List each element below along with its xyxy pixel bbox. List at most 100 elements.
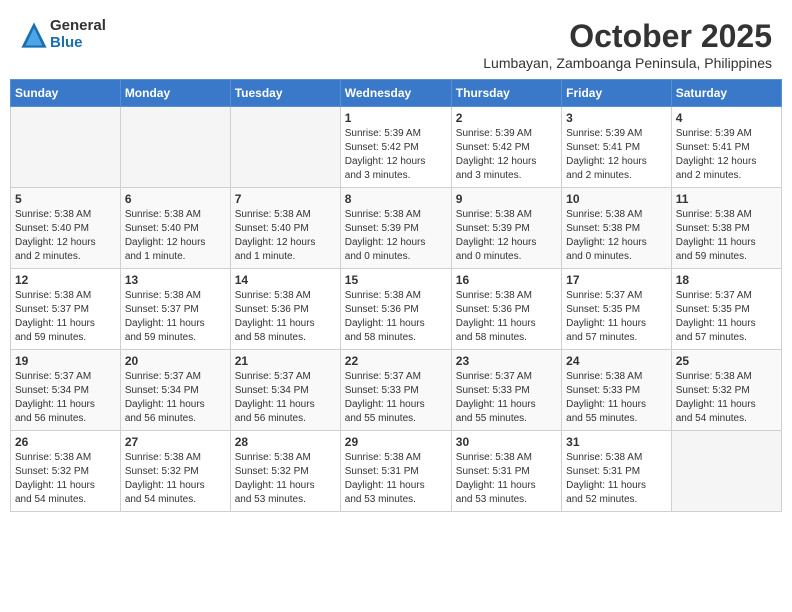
day-number: 17 <box>566 273 667 287</box>
day-info: Sunrise: 5:38 AM Sunset: 5:33 PM Dayligh… <box>566 370 667 426</box>
logo-general-text: General <box>50 18 106 35</box>
day-info: Sunrise: 5:38 AM Sunset: 5:36 PM Dayligh… <box>235 289 336 345</box>
day-info: Sunrise: 5:39 AM Sunset: 5:42 PM Dayligh… <box>456 127 557 183</box>
day-number: 2 <box>456 111 557 125</box>
calendar-cell: 7Sunrise: 5:38 AM Sunset: 5:40 PM Daylig… <box>230 188 340 269</box>
weekday-header: Friday <box>562 80 672 107</box>
calendar-cell: 15 Sunrise: 5:38 AM Sunset: 5:36 PM Dayli… <box>340 269 451 350</box>
weekday-header: Saturday <box>671 80 781 107</box>
calendar-cell <box>230 107 340 188</box>
calendar-cell: 9 Sunrise: 5:38 AM Sunset: 5:39 PM Daylig… <box>451 188 561 269</box>
day-number: 13 <box>125 273 226 287</box>
calendar-cell: 5 Sunrise: 5:38 AM Sunset: 5:40 PM Daylig… <box>11 188 121 269</box>
day-number: 8 <box>345 192 447 206</box>
day-number: 21 <box>235 354 336 368</box>
day-number: 25 <box>676 354 777 368</box>
day-number: 5 <box>15 192 116 206</box>
calendar-cell: 22 Sunrise: 5:37 AM Sunset: 5:33 PM Dayli… <box>340 350 451 431</box>
calendar-week-row: 12 Sunrise: 5:38 AM Sunset: 5:37 PM Dayli… <box>11 269 782 350</box>
day-number: 24 <box>566 354 667 368</box>
weekday-header: Tuesday <box>230 80 340 107</box>
calendar-cell: 14 Sunrise: 5:38 AM Sunset: 5:36 PM Dayli… <box>230 269 340 350</box>
day-number: 22 <box>345 354 447 368</box>
day-info: Sunrise: 5:37 AM Sunset: 5:34 PM Dayligh… <box>15 370 116 426</box>
month-title: October 2025 <box>483 18 772 55</box>
day-info: Sunrise: 5:38 AM Sunset: 5:31 PM Dayligh… <box>456 451 557 507</box>
day-number: 7 <box>235 192 336 206</box>
day-info: Sunrise: 5:38 AM Sunset: 5:31 PM Dayligh… <box>345 451 447 507</box>
day-number: 10 <box>566 192 667 206</box>
day-number: 16 <box>456 273 557 287</box>
day-number: 19 <box>15 354 116 368</box>
calendar-cell: 27Sunrise: 5:38 AM Sunset: 5:32 PM Dayli… <box>120 431 230 512</box>
calendar-cell <box>120 107 230 188</box>
calendar-cell: 16 Sunrise: 5:38 AM Sunset: 5:36 PM Dayli… <box>451 269 561 350</box>
day-info: Sunrise: 5:38 AM Sunset: 5:39 PM Dayligh… <box>456 208 557 264</box>
calendar-cell: 17 Sunrise: 5:37 AM Sunset: 5:35 PM Dayli… <box>562 269 672 350</box>
calendar-cell: 8Sunrise: 5:38 AM Sunset: 5:39 PM Daylig… <box>340 188 451 269</box>
day-info: Sunrise: 5:37 AM Sunset: 5:34 PM Dayligh… <box>125 370 226 426</box>
day-info: Sunrise: 5:38 AM Sunset: 5:40 PM Dayligh… <box>15 208 116 264</box>
day-number: 1 <box>345 111 447 125</box>
day-number: 30 <box>456 435 557 449</box>
calendar-cell <box>11 107 121 188</box>
day-number: 4 <box>676 111 777 125</box>
calendar-cell: 3 Sunrise: 5:39 AM Sunset: 5:41 PM Daylig… <box>562 107 672 188</box>
day-info: Sunrise: 5:38 AM Sunset: 5:37 PM Dayligh… <box>125 289 226 345</box>
calendar-cell: 23 Sunrise: 5:37 AM Sunset: 5:33 PM Dayli… <box>451 350 561 431</box>
calendar-week-row: 1 Sunrise: 5:39 AM Sunset: 5:42 PM Daylig… <box>11 107 782 188</box>
day-number: 31 <box>566 435 667 449</box>
day-info: Sunrise: 5:38 AM Sunset: 5:40 PM Dayligh… <box>125 208 226 264</box>
calendar-cell: 19 Sunrise: 5:37 AM Sunset: 5:34 PM Dayli… <box>11 350 121 431</box>
weekday-header: Sunday <box>11 80 121 107</box>
day-info: Sunrise: 5:38 AM Sunset: 5:38 PM Dayligh… <box>676 208 777 264</box>
calendar-week-row: 19 Sunrise: 5:37 AM Sunset: 5:34 PM Dayli… <box>11 350 782 431</box>
day-info: Sunrise: 5:38 AM Sunset: 5:32 PM Dayligh… <box>235 451 336 507</box>
day-info: Sunrise: 5:37 AM Sunset: 5:33 PM Dayligh… <box>456 370 557 426</box>
day-info: Sunrise: 5:37 AM Sunset: 5:33 PM Dayligh… <box>345 370 447 426</box>
day-info: Sunrise: 5:37 AM Sunset: 5:34 PM Dayligh… <box>235 370 336 426</box>
day-info: Sunrise: 5:39 AM Sunset: 5:41 PM Dayligh… <box>566 127 667 183</box>
day-info: Sunrise: 5:37 AM Sunset: 5:35 PM Dayligh… <box>566 289 667 345</box>
calendar-cell: 11 Sunrise: 5:38 AM Sunset: 5:38 PM Dayli… <box>671 188 781 269</box>
day-info: Sunrise: 5:38 AM Sunset: 5:32 PM Dayligh… <box>15 451 116 507</box>
day-number: 23 <box>456 354 557 368</box>
calendar-cell: 28 Sunrise: 5:38 AM Sunset: 5:32 PM Dayli… <box>230 431 340 512</box>
day-info: Sunrise: 5:38 AM Sunset: 5:38 PM Dayligh… <box>566 208 667 264</box>
calendar-cell: 21 Sunrise: 5:37 AM Sunset: 5:34 PM Dayli… <box>230 350 340 431</box>
day-number: 12 <box>15 273 116 287</box>
day-number: 15 <box>345 273 447 287</box>
day-number: 14 <box>235 273 336 287</box>
title-area: October 2025 Lumbayan, Zamboanga Peninsu… <box>483 18 772 71</box>
calendar-cell: 29 Sunrise: 5:38 AM Sunset: 5:31 PM Dayli… <box>340 431 451 512</box>
calendar-week-row: 5 Sunrise: 5:38 AM Sunset: 5:40 PM Daylig… <box>11 188 782 269</box>
day-number: 27 <box>125 435 226 449</box>
day-info: Sunrise: 5:38 AM Sunset: 5:36 PM Dayligh… <box>456 289 557 345</box>
day-info: Sunrise: 5:38 AM Sunset: 5:37 PM Dayligh… <box>15 289 116 345</box>
logo: General Blue <box>20 18 106 51</box>
day-number: 29 <box>345 435 447 449</box>
day-info: Sunrise: 5:38 AM Sunset: 5:32 PM Dayligh… <box>676 370 777 426</box>
calendar-cell: 6Sunrise: 5:38 AM Sunset: 5:40 PM Daylig… <box>120 188 230 269</box>
calendar-week-row: 26Sunrise: 5:38 AM Sunset: 5:32 PM Dayli… <box>11 431 782 512</box>
calendar-cell: 13 Sunrise: 5:38 AM Sunset: 5:37 PM Dayli… <box>120 269 230 350</box>
calendar-cell: 18Sunrise: 5:37 AM Sunset: 5:35 PM Dayli… <box>671 269 781 350</box>
logo-blue-text: Blue <box>50 35 106 52</box>
calendar-cell: 20 Sunrise: 5:37 AM Sunset: 5:34 PM Dayli… <box>120 350 230 431</box>
day-info: Sunrise: 5:38 AM Sunset: 5:36 PM Dayligh… <box>345 289 447 345</box>
weekday-header: Thursday <box>451 80 561 107</box>
weekday-header: Monday <box>120 80 230 107</box>
calendar-header-row: SundayMondayTuesdayWednesdayThursdayFrid… <box>11 80 782 107</box>
day-number: 20 <box>125 354 226 368</box>
calendar-cell: 24 Sunrise: 5:38 AM Sunset: 5:33 PM Dayli… <box>562 350 672 431</box>
day-number: 9 <box>456 192 557 206</box>
day-number: 3 <box>566 111 667 125</box>
calendar-cell: 31Sunrise: 5:38 AM Sunset: 5:31 PM Dayli… <box>562 431 672 512</box>
day-number: 11 <box>676 192 777 206</box>
logo-icon <box>20 21 48 49</box>
calendar-cell: 2 Sunrise: 5:39 AM Sunset: 5:42 PM Daylig… <box>451 107 561 188</box>
calendar-table: SundayMondayTuesdayWednesdayThursdayFrid… <box>10 79 782 512</box>
day-info: Sunrise: 5:39 AM Sunset: 5:41 PM Dayligh… <box>676 127 777 183</box>
calendar-cell: 10 Sunrise: 5:38 AM Sunset: 5:38 PM Dayli… <box>562 188 672 269</box>
day-number: 28 <box>235 435 336 449</box>
